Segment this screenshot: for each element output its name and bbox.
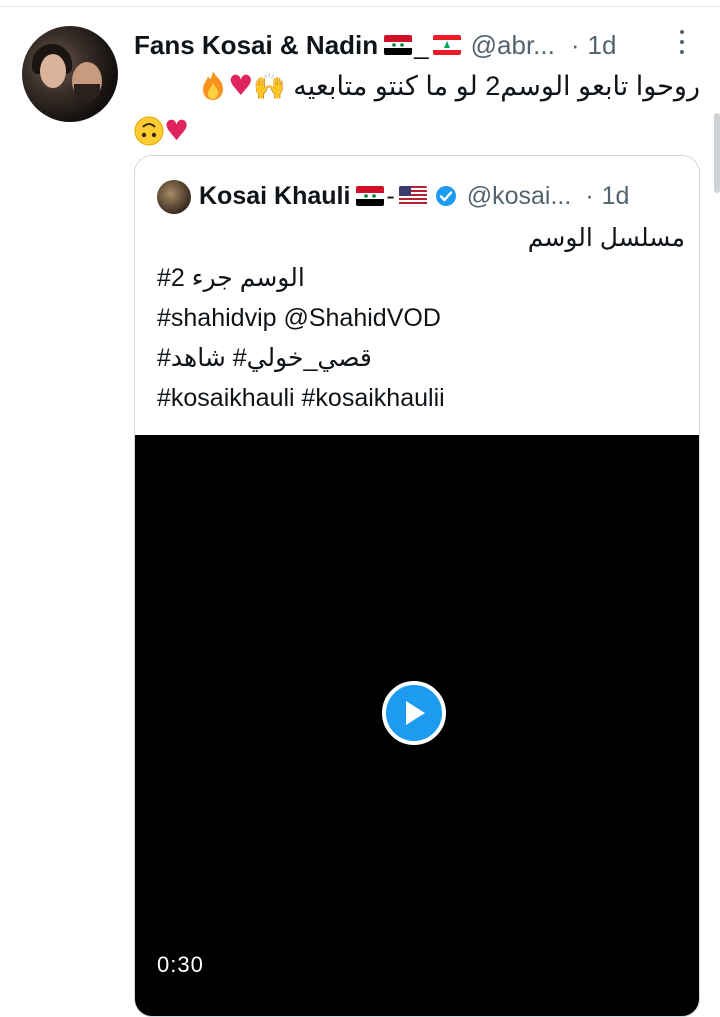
- author-handle[interactable]: @abr...: [471, 30, 555, 61]
- quoted-text-line: قصي_خولي# شاهد#: [157, 344, 372, 372]
- tweet-header: Fans Kosai & Nadin _ @abr... · 1d: [134, 28, 616, 62]
- tweet-text-content: روحوا تابعو الوسم2 لو ما كنتو متابعيه: [293, 71, 700, 101]
- quoted-tweet[interactable]: Kosai Khauli - @kosai... · 1d مسلسل الوس…: [134, 155, 700, 1017]
- lebanon-flag-icon: [432, 35, 461, 55]
- heart-icon: ♥: [228, 69, 254, 102]
- tweet-text-line-1: روحوا تابعو الوسم2 لو ما كنتو متابعيه 🙌♥: [134, 64, 700, 109]
- tweet-text: روحوا تابعو الوسم2 لو ما كنتو متابعيه 🙌♥…: [134, 64, 700, 154]
- quoted-text-line: #kosaikhauli #kosaikhaulii: [157, 384, 445, 412]
- name-separator: -: [386, 181, 395, 210]
- video-player[interactable]: 0:30: [135, 435, 699, 1016]
- video-duration: 0:30: [157, 952, 204, 977]
- more-options-icon[interactable]: [678, 30, 686, 54]
- quoted-author-handle[interactable]: @kosai...: [467, 182, 572, 211]
- syria-flag-icon: [384, 35, 413, 55]
- name-separator: _: [414, 29, 429, 60]
- tweet[interactable]: Fans Kosai & Nadin _ @abr... · 1d روحوا …: [0, 0, 720, 1017]
- raising-hands-icon: 🙌: [253, 72, 286, 102]
- heart-icon: ♥: [164, 114, 190, 147]
- timestamp[interactable]: 1d: [588, 30, 617, 61]
- tweet-text-line-2: ♥: [134, 109, 700, 154]
- quoted-text-line: الوسم جرء 2#: [157, 264, 305, 292]
- play-button[interactable]: [382, 681, 446, 745]
- quoted-author-name[interactable]: Kosai Khauli: [199, 182, 350, 211]
- syria-flag-icon: [356, 186, 385, 206]
- upside-down-face-icon: [134, 110, 164, 154]
- verified-badge-icon: [435, 185, 457, 207]
- quoted-text-line: مسلسل الوسم: [527, 224, 685, 252]
- avatar[interactable]: [22, 26, 118, 122]
- play-icon: [406, 701, 425, 725]
- quoted-tweet-header: Kosai Khauli - @kosai... · 1d: [199, 176, 629, 216]
- quoted-text-line: #shahidvip @ShahidVOD: [157, 304, 441, 332]
- dot-separator: ·: [585, 181, 594, 210]
- quoted-avatar[interactable]: [157, 180, 191, 214]
- quoted-timestamp[interactable]: 1d: [602, 182, 630, 211]
- author-name[interactable]: Fans Kosai & Nadin: [134, 30, 378, 61]
- usa-flag-icon: [398, 186, 427, 206]
- quoted-tweet-text: مسلسل الوسم الوسم جرء 2# #shahidvip @Sha…: [157, 218, 685, 418]
- fire-icon: [198, 65, 228, 109]
- dot-separator: ·: [570, 29, 580, 60]
